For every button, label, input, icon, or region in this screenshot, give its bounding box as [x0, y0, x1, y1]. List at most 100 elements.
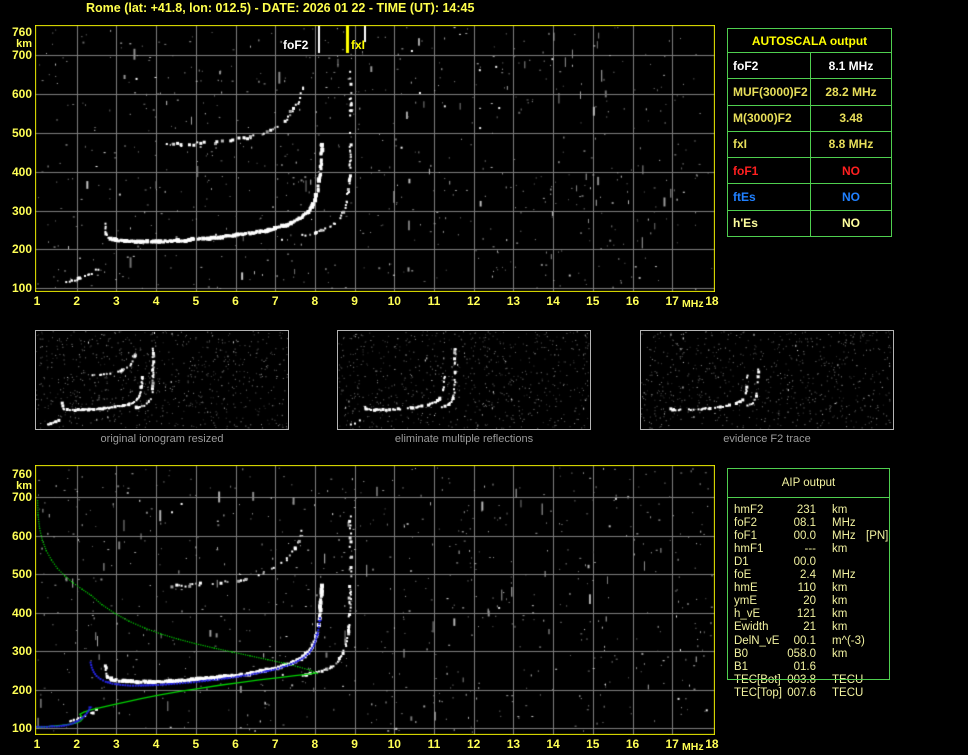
autoscala-row-label: h'Es: [728, 211, 811, 236]
x-axis-tick-label: 16: [620, 295, 646, 307]
autoscala-row-label: fxI: [728, 132, 811, 157]
x-axis-tick-label: 17: [659, 738, 685, 750]
aip-parameter-name: B0: [734, 648, 748, 661]
x-axis-tick-label: 16: [620, 738, 646, 750]
x-axis-tick-label: 8: [302, 738, 328, 750]
y-axis-tick-label: 200: [0, 243, 32, 255]
autoscala-row: h'EsNO: [728, 211, 891, 236]
fxi-marker-label: fxI: [351, 39, 365, 51]
aip-parameter-value: 058.0: [772, 648, 816, 661]
aip-parameter-unit: m^(-3): [832, 635, 865, 648]
autoscala-row-value: 8.1 MHz: [811, 53, 891, 78]
x-axis-tick-label: 1: [24, 738, 50, 750]
aip-parameter-name: D1: [734, 556, 749, 569]
thumbnail-eliminate-reflections: [337, 330, 591, 430]
aip-parameter-value: 08.1: [772, 517, 816, 530]
page-title: Rome (lat: +41.8, lon: 012.5) - DATE: 20…: [86, 1, 474, 15]
x-axis-tick-label: 13: [500, 738, 526, 750]
aip-row: h_vE121km: [728, 608, 889, 621]
aip-parameter-value: 00.0: [772, 556, 816, 569]
aip-parameter-unit: km: [832, 582, 847, 595]
y-axis-tick-label: 400: [0, 166, 32, 178]
x-axis-tick-label: 17: [659, 295, 685, 307]
bottom-ionogram-plot: [35, 465, 715, 735]
autoscala-row: fxI8.8 MHz: [728, 132, 891, 158]
x-axis-tick-label: 3: [103, 295, 129, 307]
x-axis-tick-label: 13: [500, 295, 526, 307]
autoscala-row-label: MUF(3000)F2: [728, 79, 811, 104]
aip-row: foF100.0MHz[PN]: [728, 530, 889, 543]
aip-parameter-name: hmE: [734, 582, 758, 595]
autoscala-row-value: NO: [811, 211, 891, 236]
aip-parameter-note: [PN]: [866, 530, 888, 543]
y-axis-tick-label: 600: [0, 530, 32, 542]
x-axis-tick-label: 18: [699, 738, 725, 750]
autoscala-row: M(3000)F23.48: [728, 106, 891, 132]
x-axis-tick-label: 2: [64, 738, 90, 750]
aip-table-header: AIP output: [728, 469, 889, 498]
y-axis-tick-label: 100: [0, 722, 32, 734]
aip-parameter-unit: km: [832, 608, 847, 621]
top-ionogram-plot: [35, 25, 715, 292]
y-axis-tick-label: 700: [0, 49, 32, 61]
aip-parameter-name: h_vE: [734, 608, 760, 621]
aip-parameter-unit: MHz: [832, 569, 856, 582]
autoscala-row-value: NO: [811, 158, 891, 183]
x-axis-tick-label: 10: [381, 295, 407, 307]
panel-caption-1: original ionogram resized: [35, 433, 289, 445]
x-axis-tick-label: 1: [24, 295, 50, 307]
aip-row: DelN_vE00.1m^(-3): [728, 635, 889, 648]
thumbnail-original-ionogram: [35, 330, 289, 430]
y-axis-tick-label: 200: [0, 684, 32, 696]
aip-parameter-value: ---: [772, 543, 816, 556]
autoscala-row-value: NO: [811, 184, 891, 209]
autoscala-row-label: foF1: [728, 158, 811, 183]
aip-parameter-unit: TECU: [832, 674, 863, 687]
aip-output-table: AIP output hmF2231kmfoF208.1MHzfoF100.0M…: [727, 468, 890, 679]
aip-parameter-name: ymE: [734, 595, 757, 608]
aip-row: B0 058.0 km: [728, 648, 889, 661]
aip-row: hmE110km: [728, 582, 889, 595]
x-axis-tick-label: 9: [342, 295, 368, 307]
x-axis-tick-label: 12: [461, 738, 487, 750]
aip-row: ymE 20 km: [728, 595, 889, 608]
x-axis-tick-label: 15: [580, 295, 606, 307]
aip-parameter-unit: km: [832, 504, 847, 517]
autoscala-row: MUF(3000)F228.2 MHz: [728, 79, 891, 105]
x-axis-tick-label: 18: [699, 295, 725, 307]
x-axis-tick-label: 6: [223, 295, 249, 307]
aip-parameter-unit: km: [832, 648, 847, 661]
x-axis-tick-label: 6: [223, 738, 249, 750]
y-axis-tick-label: 500: [0, 127, 32, 139]
aip-row: foF2 08.1 MHz: [728, 517, 889, 530]
thumbnail-evidence-f2-trace: [640, 330, 894, 430]
aip-parameter-unit: TECU: [832, 687, 863, 700]
panel-caption-2: eliminate multiple reflections: [337, 433, 591, 445]
autoscala-row-value: 28.2 MHz: [811, 79, 891, 104]
y-axis-tick-label: 760: [0, 26, 32, 38]
aip-parameter-name: foF2: [734, 517, 757, 530]
aip-parameter-unit: km: [832, 595, 847, 608]
x-axis-tick-label: 3: [103, 738, 129, 750]
x-axis-tick-label: 4: [143, 738, 169, 750]
aip-row: Ewidth21km: [728, 621, 889, 634]
aip-parameter-unit: MHz: [832, 517, 856, 530]
aip-row: TEC[Top]007.6TECU: [728, 687, 889, 700]
panel-caption-3: evidence F2 trace: [640, 433, 894, 445]
x-axis-tick-label: 9: [342, 738, 368, 750]
aip-row: TEC[Bot]003.8TECU: [728, 674, 889, 687]
aip-parameter-value: 003.8: [772, 674, 816, 687]
aip-box-bottom-border: [727, 679, 890, 680]
aip-parameter-unit: km: [832, 543, 847, 556]
aip-row: hmF1---km: [728, 543, 889, 556]
aip-row: hmF2231km: [728, 504, 889, 517]
autoscala-output-table: AUTOSCALA output foF28.1 MHzMUF(3000)F22…: [727, 28, 892, 237]
x-axis-tick-label: 4: [143, 295, 169, 307]
autoscala-row-label: M(3000)F2: [728, 106, 811, 131]
aip-parameter-value: 00.0: [772, 530, 816, 543]
aip-parameter-value: 20: [772, 595, 816, 608]
y-axis-tick-label: 400: [0, 607, 32, 619]
y-axis-tick-label: 600: [0, 88, 32, 100]
y-axis-tick-label: 100: [0, 282, 32, 294]
x-axis-tick-label: 15: [580, 738, 606, 750]
